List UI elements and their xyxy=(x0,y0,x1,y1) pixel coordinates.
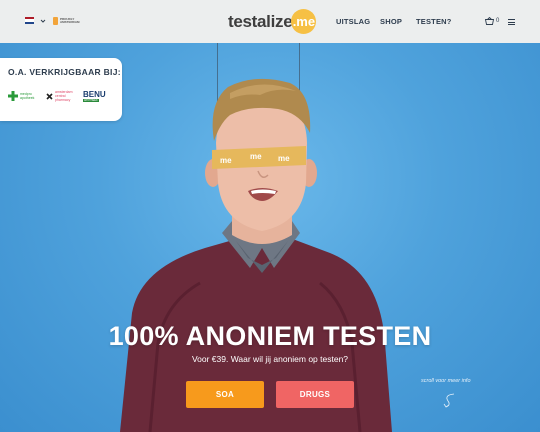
benu-text: BENU xyxy=(83,89,106,99)
medpro-text: medpro apotheek xyxy=(20,92,35,100)
netherlands-flag-icon xyxy=(25,17,34,24)
badge-text: PROUDLY AMSTERDAM xyxy=(60,17,80,24)
scroll-hint: scroll voor meer info xyxy=(421,378,471,384)
nav-testen[interactable]: TESTEN? xyxy=(416,17,452,26)
retail-logos: medpro apotheek amsterdam central pharma… xyxy=(8,90,106,102)
site-header: PROUDLY AMSTERDAM testalize .me UITSLAG … xyxy=(0,0,540,43)
chevron-down-icon xyxy=(40,19,46,23)
logo-me-circle: .me xyxy=(291,9,317,34)
svg-text:me: me xyxy=(220,156,232,165)
hero-section: me me me O.A. VERKRIJGBAAR BIJ: medpro a… xyxy=(0,43,540,432)
site-logo[interactable]: testalize .me xyxy=(228,9,318,34)
retail-title: O.A. VERKRIJGBAAR BIJ: xyxy=(8,67,121,77)
drugs-button[interactable]: DRUGS xyxy=(276,381,354,408)
hero-headline: 100% ANONIEM TESTEN xyxy=(108,321,432,351)
soa-button[interactable]: SOA xyxy=(186,381,264,408)
acp-text: amsterdam central pharmacy xyxy=(55,90,73,102)
logo-text: testalize xyxy=(228,11,293,31)
cart-count: 0 xyxy=(496,18,500,24)
nav-uitslag[interactable]: UITSLAG xyxy=(336,17,370,26)
benu-sub: APOTHEEK xyxy=(83,98,99,102)
benu-logo[interactable]: BENU APOTHEEK xyxy=(83,89,106,102)
svg-text:me: me xyxy=(278,154,290,163)
nav-shop[interactable]: SHOP xyxy=(380,17,402,26)
cart-button[interactable]: 0 xyxy=(485,17,499,25)
hero-subline: Voor €39. Waar wil jij anoniem op testen… xyxy=(191,354,349,364)
retail-badge: O.A. VERKRIJGBAAR BIJ: medpro apotheek a… xyxy=(0,58,122,121)
scroll-down-arrow-icon[interactable] xyxy=(440,393,460,409)
badge-icon xyxy=(53,17,58,25)
x-mark-icon xyxy=(46,92,53,100)
proudly-amsterdam-badge: PROUDLY AMSTERDAM xyxy=(53,17,82,25)
medpro-logo[interactable]: medpro apotheek xyxy=(8,91,40,101)
basket-icon xyxy=(485,17,494,25)
hamburger-icon[interactable] xyxy=(508,19,515,25)
acp-logo[interactable]: amsterdam central pharmacy xyxy=(46,90,77,102)
tape-label: me xyxy=(250,152,262,161)
language-selector[interactable] xyxy=(25,17,46,24)
medpro-cross-icon xyxy=(8,91,18,101)
